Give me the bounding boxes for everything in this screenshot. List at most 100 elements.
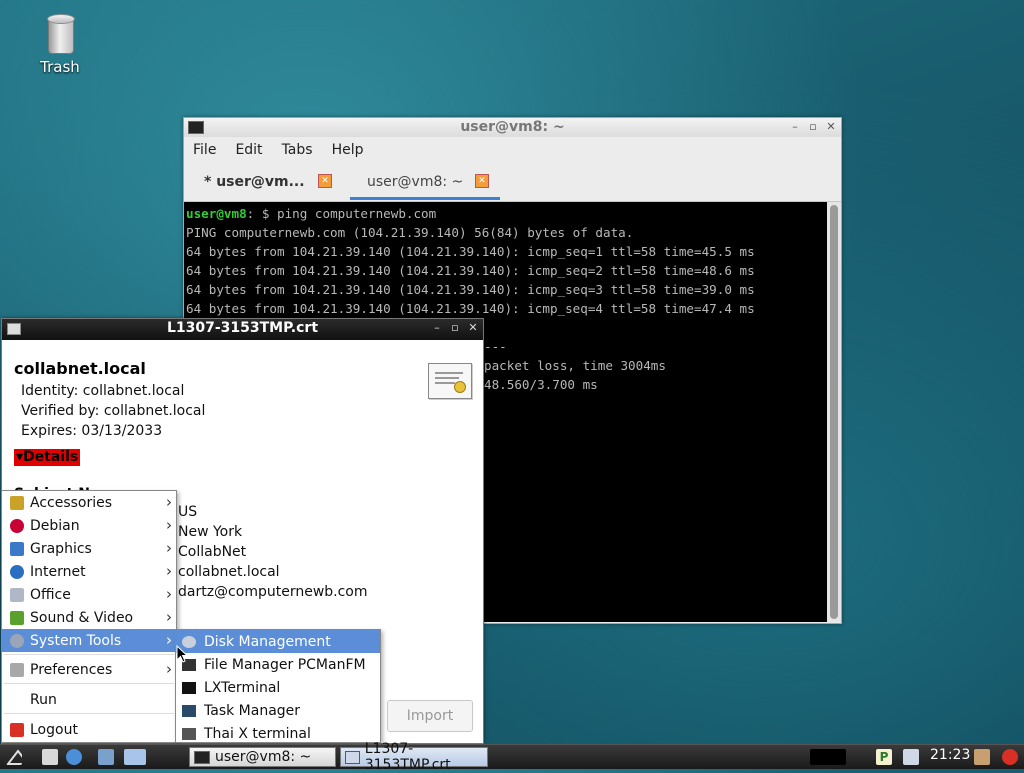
tab-1-close-icon[interactable]: ✕ bbox=[318, 174, 332, 188]
chevron-right-icon: › bbox=[166, 608, 172, 626]
submenu-item-thai-x-terminal[interactable]: Thai X terminal bbox=[176, 722, 380, 745]
certificate-titlebar[interactable]: L1307-3153TMP.crt – ▫ ✕ bbox=[2, 319, 483, 340]
start-menu: Accessories › Debian › Graphics › Internet ›… bbox=[1, 490, 177, 743]
subject-country-value: US bbox=[178, 504, 198, 520]
logout-icon bbox=[10, 722, 24, 737]
chevron-right-icon: › bbox=[166, 585, 172, 603]
menu-separator bbox=[4, 654, 174, 655]
certificate-verified-by: Verified by: collabnet.local bbox=[21, 403, 206, 419]
close-button[interactable]: ✕ bbox=[825, 120, 837, 133]
taskbar-task-certificate[interactable]: L1307-3153TMP.crt bbox=[340, 741, 488, 773]
cpu-monitor-icon bbox=[810, 749, 846, 765]
terminal-titlebar[interactable]: user@vm8: ~ – ▫ ✕ bbox=[184, 118, 841, 137]
taskbar-task-terminal[interactable]: user@vm8: ~ bbox=[189, 747, 336, 767]
trash-label: Trash bbox=[40, 58, 80, 76]
internet-icon bbox=[10, 564, 24, 579]
prompt-command: : $ ping computernewb.com bbox=[246, 206, 437, 221]
trash-icon bbox=[46, 14, 75, 54]
lock-screen-icon[interactable] bbox=[974, 749, 990, 765]
minimize-button[interactable]: – bbox=[431, 321, 443, 334]
terminal-icon bbox=[182, 681, 196, 694]
certificate-icon bbox=[428, 363, 472, 399]
task-manager-icon bbox=[182, 704, 196, 717]
terminal-title: user@vm8: ~ bbox=[460, 119, 565, 135]
preferences-icon bbox=[10, 662, 24, 677]
subject-organization-value: CollabNet bbox=[178, 544, 247, 560]
output-line: 64 bytes from 104.21.39.140 (104.21.39.1… bbox=[186, 301, 755, 316]
import-button[interactable]: Import bbox=[387, 700, 473, 732]
maximize-button[interactable]: ▫ bbox=[807, 120, 819, 133]
package-manager-icon[interactable]: P bbox=[876, 749, 892, 765]
certificate-name: collabnet.local bbox=[14, 359, 146, 378]
minimize-button[interactable]: – bbox=[789, 120, 801, 133]
submenu-item-lxterminal[interactable]: LXTerminal bbox=[176, 676, 380, 699]
menu-item-graphics[interactable]: Graphics › bbox=[2, 537, 176, 560]
start-menu-icon[interactable] bbox=[6, 749, 22, 765]
close-button[interactable]: ✕ bbox=[467, 321, 479, 334]
thai-terminal-icon bbox=[182, 727, 196, 740]
debian-icon bbox=[10, 518, 24, 533]
graphics-icon bbox=[10, 541, 24, 556]
prompt-user: user@vm8 bbox=[186, 206, 247, 221]
output-line: PING computernewb.com (104.21.39.140) 56… bbox=[186, 225, 634, 240]
menu-help[interactable]: Help bbox=[332, 142, 364, 158]
output-line: 64 bytes from 104.21.39.140 (104.21.39.1… bbox=[186, 282, 755, 297]
power-icon[interactable] bbox=[1002, 749, 1018, 765]
terminal-menubar: File Edit Tabs Help bbox=[184, 137, 841, 163]
output-line: 64 bytes from 104.21.39.140 (104.21.39.1… bbox=[186, 244, 755, 259]
output-line: 64 bytes from 104.21.39.140 (104.21.39.1… bbox=[186, 263, 755, 278]
subject-email-value: dartz@computernewb.com bbox=[178, 584, 368, 600]
submenu-item-task-manager[interactable]: Task Manager bbox=[176, 699, 380, 722]
taskbar: user@vm8: ~ L1307-3153TMP.crt P 21:23 bbox=[0, 741, 1024, 773]
menu-item-system-tools[interactable]: System Tools › bbox=[2, 629, 176, 652]
triangle-down-icon: ▾ bbox=[16, 449, 24, 465]
menu-item-debian[interactable]: Debian › bbox=[2, 514, 176, 537]
tab-2-close-icon[interactable]: ✕ bbox=[475, 174, 489, 188]
menu-item-sound-video[interactable]: Sound & Video › bbox=[2, 606, 176, 629]
file-manager-launcher-icon[interactable] bbox=[98, 749, 114, 765]
chevron-right-icon: › bbox=[166, 516, 172, 534]
chevron-right-icon: › bbox=[166, 562, 172, 580]
menu-item-office[interactable]: Office › bbox=[2, 583, 176, 606]
search-icon[interactable] bbox=[903, 749, 919, 765]
menu-file[interactable]: File bbox=[193, 142, 216, 158]
sound-video-icon bbox=[10, 610, 24, 625]
subject-state-value: New York bbox=[178, 524, 243, 540]
chevron-right-icon: › bbox=[166, 539, 172, 557]
chevron-right-icon: › bbox=[166, 660, 172, 678]
menu-item-accessories[interactable]: Accessories › bbox=[2, 491, 176, 514]
certificate-title: L1307-3153TMP.crt bbox=[166, 320, 319, 336]
accessories-icon bbox=[10, 495, 24, 510]
tab-1[interactable]: * user@vm... bbox=[204, 163, 305, 200]
maximize-button[interactable]: ▫ bbox=[449, 321, 461, 334]
menu-item-internet[interactable]: Internet › bbox=[2, 560, 176, 583]
chevron-right-icon: › bbox=[166, 493, 172, 511]
active-tab-indicator bbox=[350, 197, 500, 200]
certificate-expires: Expires: 03/13/2033 bbox=[21, 423, 163, 439]
workspace-switcher-icon[interactable] bbox=[124, 749, 146, 765]
terminal-task-icon bbox=[194, 750, 210, 764]
menu-item-preferences[interactable]: Preferences › bbox=[2, 658, 176, 681]
details-expander[interactable]: ▾Details bbox=[14, 449, 81, 466]
submenu-item-disk-management[interactable]: Disk Management bbox=[176, 630, 380, 653]
tab-2[interactable]: user@vm8: ~ bbox=[367, 163, 463, 200]
terminal-scrollbar[interactable] bbox=[827, 202, 841, 622]
menu-tabs[interactable]: Tabs bbox=[282, 142, 313, 158]
browser-launcher-icon[interactable] bbox=[66, 749, 82, 765]
terminal-tabbar: * user@vm... ✕ user@vm8: ~ ✕ bbox=[184, 163, 841, 202]
submenu-item-file-manager[interactable]: File Manager PCManFM bbox=[176, 653, 380, 676]
trash-desktop-icon[interactable]: Trash bbox=[28, 10, 92, 76]
menu-edit[interactable]: Edit bbox=[235, 142, 262, 158]
show-desktop-icon[interactable] bbox=[42, 749, 58, 765]
menu-item-logout[interactable]: Logout bbox=[2, 718, 176, 741]
menu-separator bbox=[4, 713, 174, 714]
mouse-cursor-icon bbox=[176, 645, 188, 663]
scrollbar-thumb[interactable] bbox=[830, 205, 838, 619]
menu-item-run[interactable]: Run bbox=[2, 688, 176, 711]
office-icon bbox=[10, 587, 24, 602]
chevron-right-icon: › bbox=[166, 631, 172, 649]
clock[interactable]: 21:23 bbox=[930, 747, 970, 763]
subject-common-name-value: collabnet.local bbox=[178, 564, 280, 580]
menu-separator bbox=[4, 683, 174, 684]
system-tools-icon bbox=[10, 633, 24, 648]
